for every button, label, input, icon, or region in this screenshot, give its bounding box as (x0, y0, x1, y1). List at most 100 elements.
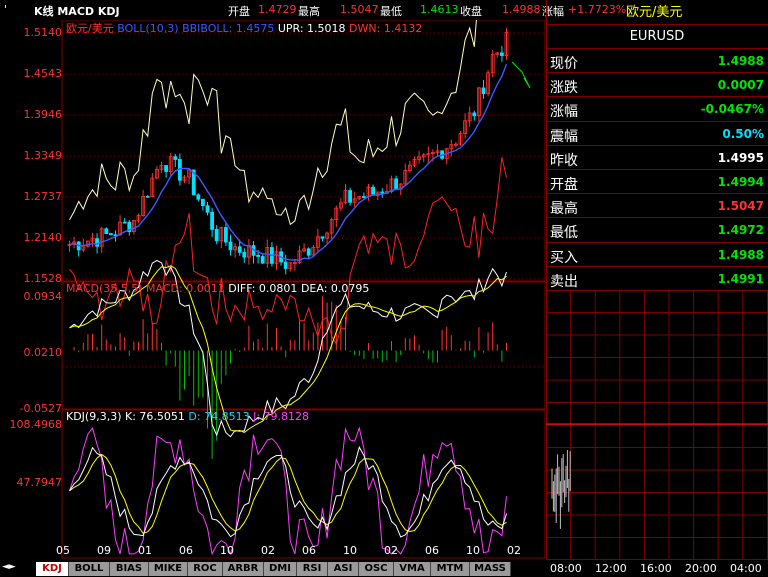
tab-kdj[interactable]: KDJ (36, 562, 69, 576)
tab-osc[interactable]: OSC (359, 562, 394, 576)
quote-row-value: 1.4995 (717, 150, 764, 165)
macd-legend-macd: MACD: 0.0011 (146, 282, 225, 295)
chart-area[interactable]: 05 09 01 06 10 02 06 10 02 06 10 02 欧元/美元 BOLL(10,3… (0, 0, 546, 560)
indicator-tabs: ◄► KDJ BOLL BIAS MIKE ROC ARBR DMI RSI ASI OSC VMA… (0, 560, 546, 577)
quote-row-value: 0.0007 (717, 78, 764, 93)
quote-row-value: 1.4988 (717, 247, 764, 262)
main-legend: 欧元/美元 BOLL(10,3) BBIBOLL: 1.4575 UPR: 1.… (66, 20, 422, 36)
tab-boll[interactable]: BOLL (69, 562, 110, 576)
candle-body (109, 233, 113, 236)
high-label: 最高 (298, 5, 320, 18)
macd-y-tick: -0.0527 (19, 402, 62, 415)
j-line (69, 426, 507, 556)
candle-body (371, 186, 376, 195)
close-label: 收盘 (460, 5, 482, 18)
macd-y-tick: 0.0934 (23, 290, 63, 303)
quote-row-label: 昨收 (550, 152, 578, 169)
tab-mike[interactable]: MIKE (149, 562, 188, 576)
candle-body (260, 256, 265, 264)
candle-body (320, 236, 325, 239)
kdj-y-tick: 108.4968 (9, 418, 63, 431)
quote-row: 涨幅 -0.0467% (546, 96, 768, 121)
candle-body (164, 165, 169, 172)
candle-body (210, 211, 215, 230)
time-axis-label: 20:00 (685, 562, 717, 575)
candle-body (283, 261, 288, 269)
quote-row: 震幅 0.50% (546, 120, 768, 146)
quote-row-value: 1.4994 (717, 175, 764, 189)
x-axis-label: 06 (425, 544, 439, 557)
macd-panel-frame (61, 281, 546, 410)
main-panel-frame (61, 19, 546, 282)
tab-vma[interactable]: VMA (394, 562, 431, 576)
x-axis-label: 10 (343, 544, 357, 557)
main-y-tick: 1.3946 (23, 108, 63, 121)
quote-row: 涨跌 0.0007 (546, 72, 768, 97)
main-y-tick: 1.4543 (23, 67, 63, 80)
time-axis-label: 08:00 (550, 562, 582, 575)
legend-dwn: DWN: 1.4132 (349, 22, 423, 35)
boll-lines (69, 0, 531, 346)
quote-row-label: 涨跌 (550, 80, 578, 97)
quote-row-label: 最高 (550, 201, 578, 218)
main-y-tick: 1.1528 (23, 272, 63, 285)
chart-title: K线 MACD KDJ (34, 5, 120, 18)
quote-row-label: 震幅 (550, 128, 578, 145)
kdj-legend-title: KDJ(9,3,3) (66, 410, 122, 423)
candle-body (394, 178, 399, 190)
top-left-mark: ' (4, 3, 8, 16)
quote-row-label: 最低 (550, 225, 578, 242)
quote-row: 卖出 1.4991 (546, 265, 768, 291)
candle-body (306, 248, 311, 256)
macd-legend: MACD(35,5,5) MACD: 0.0011 DIFF: 0.0801 D… (66, 282, 369, 295)
quote-row: 现价 1.4988 (546, 48, 768, 73)
x-axis-label: 05 (56, 544, 70, 557)
open-label: 开盘 (228, 5, 250, 18)
candle-body (145, 195, 150, 198)
x-axis-label: 02 (384, 544, 398, 557)
legend-bbiboll: BBIBOLL: 1.4575 (182, 22, 275, 35)
tab-scroll-arrows[interactable]: ◄► (2, 562, 16, 572)
tab-dmi[interactable]: DMI (264, 562, 297, 576)
quote-row: 最高 1.5047 (546, 193, 768, 218)
candle-body (214, 229, 219, 242)
symbol-label: EURUSD (629, 29, 685, 44)
quote-row-label: 卖出 (550, 273, 578, 290)
kdj-lines (69, 426, 507, 556)
tab-mass[interactable]: MASS (470, 562, 511, 576)
boll-lower-line (69, 157, 507, 346)
candle-body (499, 52, 504, 56)
x-axis-label: 02 (261, 544, 275, 557)
quote-panel: EURUSD 现价 1.4988 涨跌 0.0007 涨幅 -0.0467% 震幅 0.50%… (546, 0, 768, 290)
tab-mtm[interactable]: MTM (431, 562, 470, 576)
main-y-tick: 1.2737 (23, 190, 63, 203)
time-axis-label: 16:00 (640, 562, 672, 575)
macd-legend-title: MACD(35,5,5) (66, 282, 143, 295)
kdj-legend-k: K: 76.5051 (125, 410, 185, 423)
intraday-chart[interactable] (546, 290, 768, 560)
tab-rsi[interactable]: RSI (297, 562, 328, 576)
x-axis-label: 06 (179, 544, 193, 557)
candle-body (228, 241, 233, 251)
tab-asi[interactable]: ASI (328, 562, 359, 576)
x-axis: 05 09 01 06 10 02 06 10 02 06 10 02 (56, 544, 521, 557)
intraday-ticks (551, 450, 571, 529)
candle-body (205, 205, 210, 213)
candle-body (481, 87, 486, 95)
tab-roc[interactable]: ROC (188, 562, 223, 576)
candle-body (380, 191, 385, 194)
macd-legend-diff: DIFF: 0.0801 (228, 282, 298, 295)
tab-bias[interactable]: BIAS (110, 562, 149, 576)
high-value: 1.5047 (340, 3, 379, 16)
candle-body (256, 254, 261, 257)
main-y-tick: 1.5140 (23, 26, 63, 39)
time-axis-label: 04:00 (730, 562, 762, 575)
candle-body (348, 190, 353, 203)
legend-name: 欧元/美元 (66, 22, 114, 35)
boll-upper-line (69, 0, 487, 226)
intraday-time-axis: 08:00 12:00 16:00 20:00 04:00 (546, 560, 768, 577)
candle-body (122, 221, 127, 224)
time-axis-label: 12:00 (595, 562, 627, 575)
x-axis-label: 02 (507, 544, 521, 557)
tab-arbr[interactable]: ARBR (223, 562, 264, 576)
